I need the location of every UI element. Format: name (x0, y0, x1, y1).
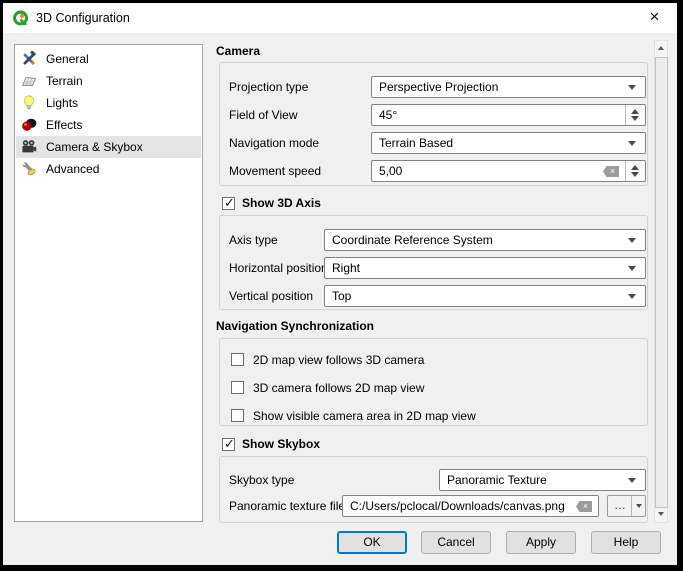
sidebar-item-label: Advanced (46, 158, 99, 180)
show-3d-axis-label: Show 3D Axis (242, 196, 321, 210)
apply-button[interactable]: Apply (506, 531, 576, 554)
sidebar-item-advanced[interactable]: Advanced (16, 158, 201, 180)
sidebar-item-label: Camera & Skybox (46, 136, 143, 158)
chevron-down-icon (628, 478, 636, 483)
show-skybox-checkbox[interactable]: ✓ (222, 438, 235, 451)
tools-icon (21, 51, 37, 67)
sidebar-item-general[interactable]: General (16, 48, 201, 70)
field-of-view-spinbox (371, 104, 646, 126)
cancel-button[interactable]: Cancel (421, 531, 491, 554)
skybox-group-box: Skybox type Panoramic Texture Panoramic … (219, 456, 648, 523)
horizontal-position-label: Horizontal position (229, 257, 328, 279)
sidebar-item-lights[interactable]: Lights (16, 92, 201, 114)
browse-file-button[interactable]: … (607, 495, 646, 517)
horizontal-position-select[interactable]: Right (324, 257, 646, 279)
ok-button[interactable]: OK (337, 531, 407, 554)
navigation-mode-value: Terrain Based (379, 133, 453, 153)
sidebar-item-label: Terrain (46, 70, 83, 92)
settings-category-list: General Terrain Lights Effects (14, 44, 203, 522)
axis-group-box: Axis type Coordinate Reference System Ho… (219, 215, 648, 310)
browse-ellipsis-label: … (608, 496, 632, 516)
horizontal-position-value: Right (332, 258, 360, 278)
lightbulb-icon (21, 95, 37, 111)
spin-buttons (625, 161, 645, 181)
scrollbar-thumb[interactable] (655, 57, 668, 508)
navigation-mode-select[interactable]: Terrain Based (371, 132, 646, 154)
spin-down-icon[interactable] (631, 116, 639, 121)
clear-value-icon[interactable]: × (603, 166, 619, 177)
movement-speed-input[interactable] (372, 161, 594, 181)
spin-up-icon[interactable] (631, 109, 639, 114)
dialog-3d-configuration: 3D Configuration × General Terrain (3, 3, 677, 565)
spin-buttons (625, 105, 645, 125)
camera-icon (21, 139, 37, 155)
clear-value-icon[interactable]: × (576, 501, 592, 512)
vertical-scrollbar[interactable] (654, 40, 668, 523)
2d-follows-3d-label: 2D map view follows 3D camera (253, 352, 424, 368)
3d-follows-2d-label: 3D camera follows 2D map view (253, 380, 424, 396)
panoramic-texture-file-label: Panoramic texture file (229, 495, 345, 517)
field-of-view-label: Field of View (229, 104, 297, 126)
chevron-down-icon (628, 85, 636, 90)
vertical-position-label: Vertical position (229, 285, 313, 307)
2d-follows-3d-checkbox[interactable] (231, 353, 244, 366)
sidebar-item-label: General (46, 48, 89, 70)
show-3d-axis-checkbox[interactable]: ✓ (222, 197, 235, 210)
terrain-icon (21, 73, 37, 89)
scroll-up-icon[interactable] (655, 41, 667, 56)
scroll-down-icon[interactable] (655, 507, 667, 522)
show-camera-area-label: Show visible camera area in 2D map view (253, 408, 476, 424)
camera-section-title: Camera (216, 44, 260, 58)
advanced-tools-icon (21, 161, 37, 177)
sidebar-item-camera-skybox[interactable]: Camera & Skybox (16, 136, 201, 158)
projection-type-value: Perspective Projection (379, 77, 498, 97)
spin-down-icon[interactable] (631, 172, 639, 177)
show-camera-area-checkbox[interactable] (231, 409, 244, 422)
navigation-sync-section-title: Navigation Synchronization (216, 319, 374, 333)
skybox-type-select[interactable]: Panoramic Texture (439, 469, 646, 491)
sidebar-item-label: Lights (46, 92, 78, 114)
browse-divider (631, 496, 632, 516)
camera-group-box: Projection type Perspective Projection F… (219, 62, 648, 186)
3d-follows-2d-checkbox[interactable] (231, 381, 244, 394)
projection-type-label: Projection type (229, 76, 308, 98)
sidebar-item-label: Effects (46, 114, 82, 136)
movement-speed-spinbox: × (371, 160, 646, 182)
spin-up-icon[interactable] (631, 165, 639, 170)
chevron-down-icon (636, 504, 642, 508)
show-skybox-label: Show Skybox (242, 437, 320, 451)
panoramic-texture-file-field: × (342, 495, 599, 517)
chevron-down-icon (628, 266, 636, 271)
chevron-down-icon (628, 294, 636, 299)
axis-type-label: Axis type (229, 229, 278, 251)
window-title: 3D Configuration (36, 11, 130, 25)
checkmark-icon: ✓ (224, 437, 235, 452)
axis-type-select[interactable]: Coordinate Reference System (324, 229, 646, 251)
close-icon[interactable]: × (632, 3, 677, 33)
field-of-view-input[interactable] (372, 105, 619, 125)
projection-type-select[interactable]: Perspective Projection (371, 76, 646, 98)
chevron-down-icon (628, 238, 636, 243)
navigation-mode-label: Navigation mode (229, 132, 319, 154)
vertical-position-select[interactable]: Top (324, 285, 646, 307)
skybox-type-label: Skybox type (229, 469, 294, 491)
qgis-logo-icon (12, 9, 30, 27)
chevron-down-icon (628, 141, 636, 146)
effects-icon (21, 117, 37, 133)
skybox-type-value: Panoramic Texture (447, 470, 547, 490)
panoramic-texture-file-input[interactable] (343, 496, 575, 516)
movement-speed-label: Movement speed (229, 160, 321, 182)
sidebar-item-effects[interactable]: Effects (16, 114, 201, 136)
vertical-position-value: Top (332, 286, 351, 306)
checkmark-icon: ✓ (224, 196, 235, 211)
sidebar-item-terrain[interactable]: Terrain (16, 70, 201, 92)
help-button[interactable]: Help (591, 531, 661, 554)
title-bar: 3D Configuration × (3, 3, 677, 33)
navigation-sync-group-box: 2D map view follows 3D camera 3D camera … (219, 338, 648, 426)
axis-type-value: Coordinate Reference System (332, 230, 493, 250)
